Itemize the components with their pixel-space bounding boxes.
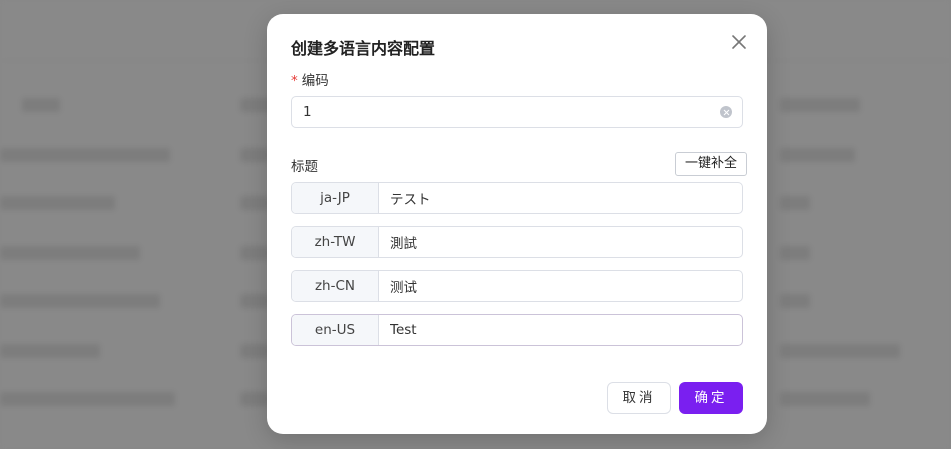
close-button[interactable] [729,32,749,52]
cancel-button[interactable]: 取消 [607,382,671,414]
lang-input-ja-jp[interactable] [390,183,730,213]
lang-row-ja-jp: ja-JP [291,182,743,214]
lang-input-zh-tw[interactable] [390,227,730,257]
confirm-button[interactable]: 确定 [679,382,743,414]
lang-row-en-us: en-US [291,314,743,346]
lang-tag: en-US [292,315,379,345]
required-mark: * [291,73,298,89]
code-label: * 编码 [291,69,329,89]
lang-row-zh-tw: zh-TW [291,226,743,258]
lang-tag: zh-CN [292,271,379,301]
lang-input-en-us[interactable] [390,315,730,345]
dialog-title: 创建多语言内容配置 [291,39,436,58]
code-label-text: 编码 [301,73,329,89]
clear-icon[interactable] [720,106,732,118]
create-i18n-dialog: 创建多语言内容配置 *编码 标题 一键补全 ja-JP zh-TW zh-CN … [267,14,767,434]
code-input[interactable] [303,97,703,127]
lang-input-zh-cn[interactable] [390,271,730,301]
code-field[interactable] [291,96,743,128]
fill-all-button[interactable]: 一键补全 [675,152,747,176]
lang-tag: zh-TW [292,227,379,257]
title-label: 标题 [291,159,318,175]
lang-row-zh-cn: zh-CN [291,270,743,302]
lang-tag: ja-JP [292,183,379,213]
close-icon[interactable] [729,32,749,52]
